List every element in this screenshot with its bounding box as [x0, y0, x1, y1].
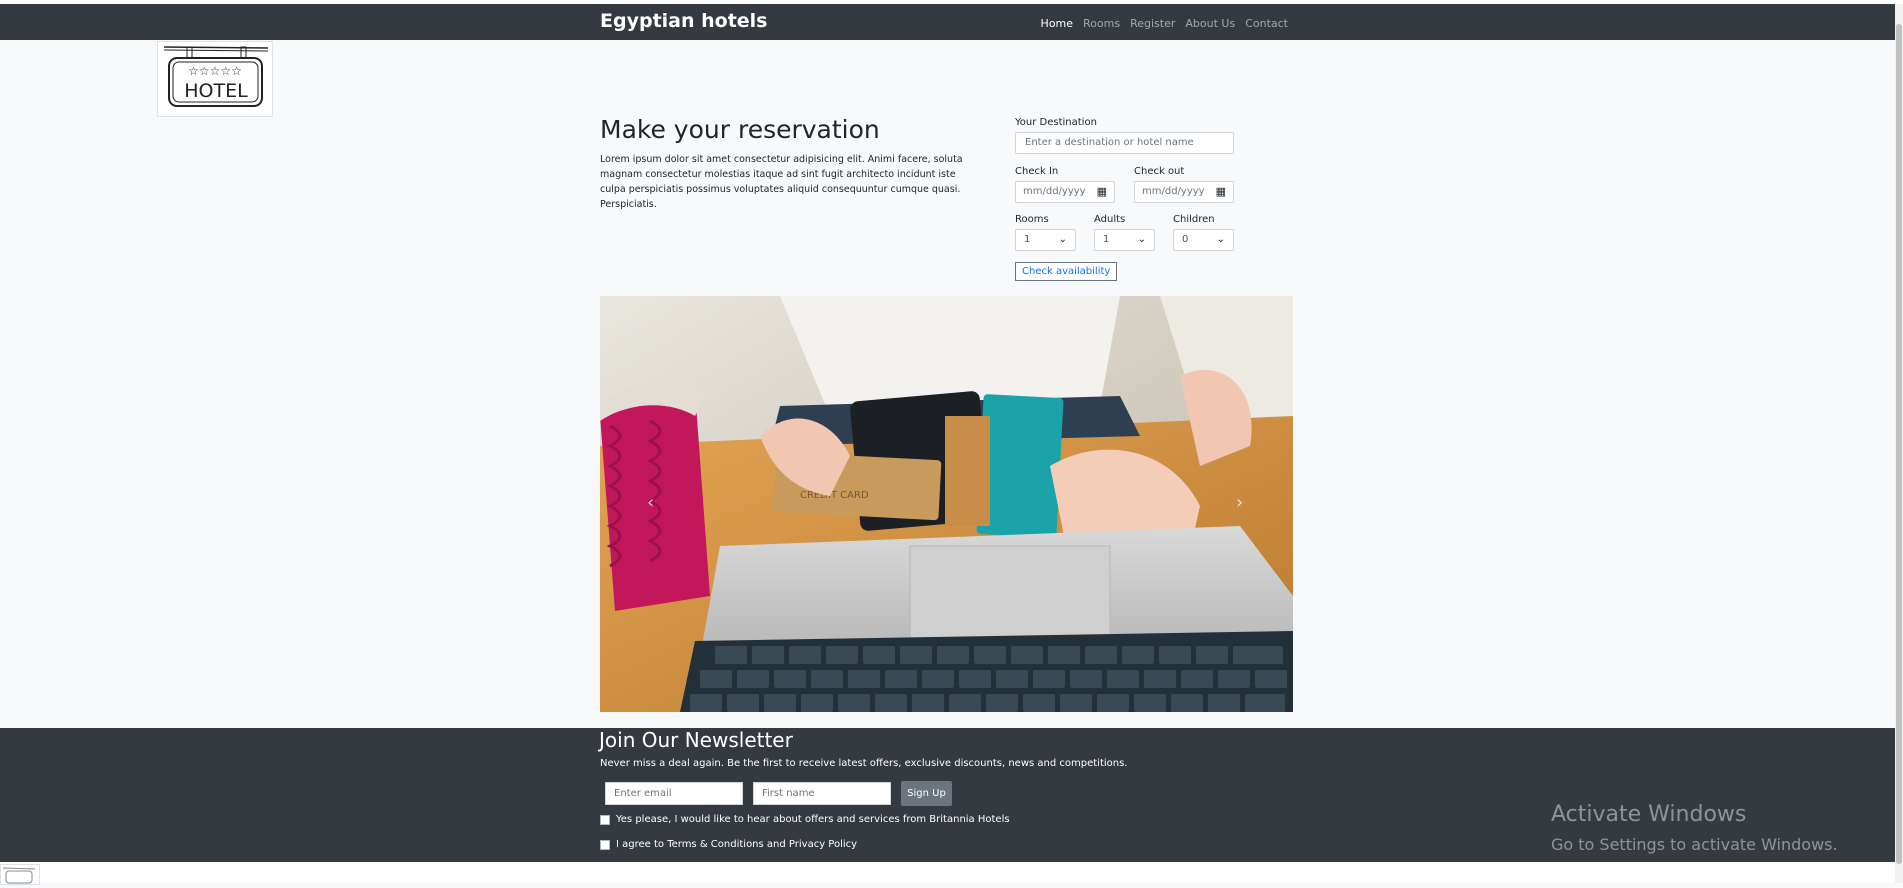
adults-select[interactable]: 1 ⌄ — [1094, 229, 1155, 251]
carousel-image: CREDIT CARD — [600, 296, 1293, 712]
hotel-logo: ☆☆☆☆☆ HOTEL — [157, 41, 273, 117]
activate-windows-subtitle: Go to Settings to activate Windows. — [1551, 835, 1838, 854]
scrollbar-thumb[interactable] — [1896, 24, 1902, 864]
destination-label: Your Destination — [1015, 117, 1097, 128]
rooms-select[interactable]: 1 ⌄ — [1015, 229, 1076, 251]
nav-home[interactable]: Home — [1041, 17, 1073, 30]
partial-logo — [0, 864, 40, 885]
nav-register[interactable]: Register — [1130, 17, 1175, 30]
terms-checkbox[interactable] — [600, 839, 610, 850]
children-value: 0 — [1182, 234, 1189, 245]
reservation-description: Lorem ipsum dolor sit amet consectetur a… — [600, 154, 963, 210]
newsletter-text: Never miss a deal again. Be the first to… — [600, 758, 1128, 769]
hotel-sign-icon: ☆☆☆☆☆ HOTEL — [163, 46, 269, 107]
rooms-value: 1 — [1024, 234, 1031, 245]
terms-label: I agree to Terms & Conditions and Privac… — [616, 839, 858, 850]
checkin-label: Check In — [1015, 166, 1059, 177]
children-select[interactable]: 0 ⌄ — [1173, 229, 1234, 251]
activate-windows-title: Activate Windows — [1551, 802, 1747, 827]
bottom-strip — [0, 862, 1895, 883]
hero-carousel: CREDIT CARD ‹ › — [600, 296, 1293, 712]
checkin-date-input[interactable]: mm/dd/yyyy ▦ — [1015, 181, 1115, 203]
nav-about-us[interactable]: About Us — [1185, 17, 1235, 30]
nav-contact[interactable]: Contact — [1245, 17, 1288, 30]
logo-text: HOTEL — [184, 80, 248, 102]
calendar-icon[interactable]: ▦ — [1216, 182, 1226, 202]
newsletter-email-input[interactable]: Enter email — [605, 782, 743, 805]
nav-rooms[interactable]: Rooms — [1083, 17, 1120, 30]
opt-in-checkbox[interactable] — [600, 814, 610, 825]
brand-link[interactable]: Egyptian hotels — [600, 10, 768, 32]
checkout-date-input[interactable]: mm/dd/yyyy ▦ — [1134, 181, 1234, 203]
checkin-placeholder: mm/dd/yyyy — [1023, 186, 1086, 197]
chevron-down-icon: ⌄ — [1058, 234, 1067, 245]
chevron-right-icon[interactable]: › — [1236, 492, 1243, 513]
chevron-down-icon: ⌄ — [1216, 234, 1225, 245]
newsletter-firstname-input[interactable]: First name — [753, 782, 891, 805]
opt-in-label: Yes please, I would like to hear about o… — [616, 814, 1010, 825]
page-scrollbar[interactable] — [1895, 4, 1903, 883]
checkout-placeholder: mm/dd/yyyy — [1142, 186, 1205, 197]
children-label: Children — [1173, 214, 1215, 225]
chevron-down-icon: ⌄ — [1137, 234, 1146, 245]
adults-value: 1 — [1103, 234, 1110, 245]
sign-up-button[interactable]: Sign Up — [901, 781, 952, 806]
checkout-label: Check out — [1134, 166, 1185, 177]
destination-input[interactable]: Enter a destination or hotel name — [1015, 132, 1234, 154]
credit-card-text: CREDIT CARD — [800, 490, 869, 501]
opt-in-row: Yes please, I would like to hear about o… — [600, 814, 1010, 825]
reservation-title: Make your reservation — [600, 115, 880, 144]
nav-menu: Home Rooms Register About Us Contact — [1041, 17, 1288, 30]
hotel-sign-icon — [2, 867, 36, 884]
rooms-label: Rooms — [1015, 214, 1049, 225]
calendar-icon[interactable]: ▦ — [1097, 182, 1107, 202]
check-availability-button[interactable]: Check availability — [1015, 262, 1118, 281]
navbar: Egyptian hotels Home Rooms Register Abou… — [0, 4, 1895, 40]
terms-row: I agree to Terms & Conditions and Privac… — [600, 839, 857, 850]
adults-label: Adults — [1094, 214, 1126, 225]
chevron-left-icon[interactable]: ‹ — [647, 492, 654, 513]
newsletter-title: Join Our Newsletter — [599, 728, 793, 752]
svg-text:☆☆☆☆☆: ☆☆☆☆☆ — [188, 64, 242, 78]
